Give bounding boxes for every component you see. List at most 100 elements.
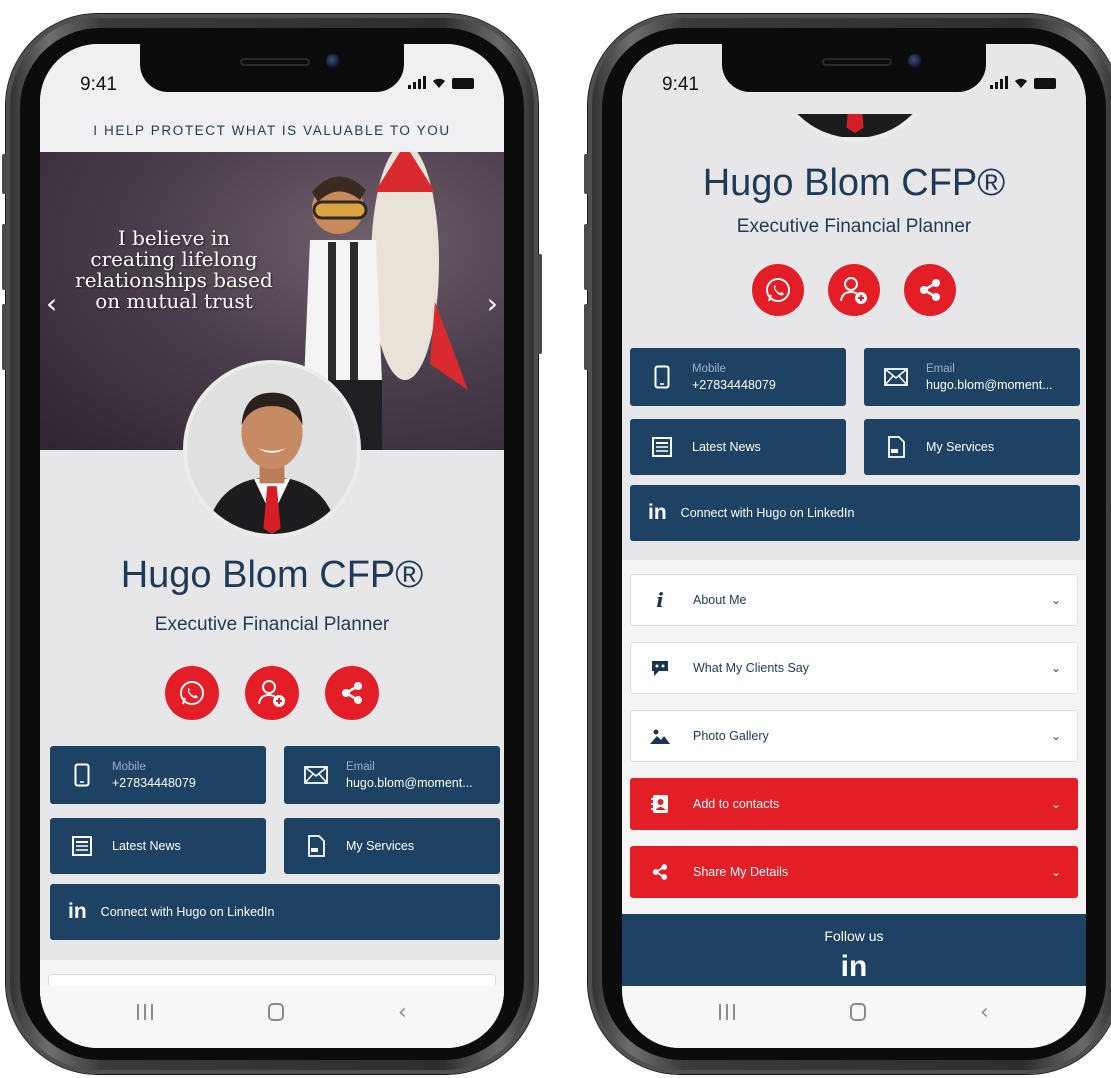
accordion-label: About Me — [693, 593, 747, 607]
linkedin-tile[interactable]: in Connect with Hugo on LinkedIn — [630, 485, 1080, 541]
email-value: hugo.blom@moment... — [926, 378, 1053, 392]
latest-news-label: Latest News — [692, 440, 761, 454]
side-button — [2, 154, 7, 194]
linkedin-icon: in — [68, 900, 87, 923]
wifi-icon — [1015, 78, 1027, 88]
android-nav-bar: ‹ — [622, 986, 1086, 1048]
back-icon[interactable]: ‹ — [398, 1000, 407, 1025]
mail-icon — [304, 766, 328, 784]
mobile-tile[interactable]: Mobile +27834448079 — [50, 746, 266, 804]
my-services-label: My Services — [346, 839, 415, 853]
whatsapp-icon — [766, 278, 790, 302]
whatsapp-icon — [180, 681, 204, 705]
chevron-down-icon: ⌄ — [1050, 865, 1061, 879]
accordion-share-details[interactable]: Share My Details ⌄ — [630, 846, 1078, 898]
follow-us-label: Follow us — [824, 928, 884, 944]
side-button — [2, 304, 7, 370]
phone-frame-right: 9:41 Hugo Blom CFP® Executive Financial … — [584, 14, 1111, 1074]
carousel-prev-icon[interactable]: ‹ — [46, 287, 57, 320]
news-icon — [652, 437, 672, 457]
signal-icon — [408, 76, 426, 89]
linkedin-label: Connect with Hugo on LinkedIn — [680, 506, 855, 520]
add-contact-icon — [258, 680, 285, 707]
mobile-label: Mobile — [112, 761, 146, 773]
recent-apps-icon[interactable] — [137, 1004, 154, 1020]
side-button — [584, 224, 589, 290]
add-contact-button[interactable] — [245, 666, 299, 720]
my-services-tile[interactable]: My Services — [284, 818, 500, 874]
email-tile[interactable]: Email hugo.blom@moment... — [284, 746, 500, 804]
phone-screen: 9:41 I HELP PROTECT WHAT IS VALUABLE TO … — [40, 44, 504, 1048]
latest-news-label: Latest News — [112, 839, 181, 853]
my-services-tile[interactable]: My Services — [864, 419, 1080, 475]
battery-icon — [1034, 78, 1056, 89]
share-icon — [342, 682, 362, 704]
mail-icon — [884, 368, 908, 386]
accordion-client-testimonials[interactable]: What My Clients Say ⌄ — [630, 642, 1078, 694]
accordion-about-me[interactable]: i About Me ⌄ — [630, 574, 1078, 626]
mobile-label: Mobile — [692, 363, 726, 375]
add-contact-button[interactable] — [828, 264, 880, 316]
back-icon[interactable]: ‹ — [980, 1000, 989, 1025]
mobile-tile[interactable]: Mobile +27834448079 — [630, 348, 846, 406]
mobile-phone-icon — [74, 763, 90, 787]
share-button[interactable] — [325, 666, 379, 720]
email-value: hugo.blom@moment... — [346, 776, 473, 790]
share-icon — [920, 279, 940, 301]
document-icon — [308, 835, 325, 857]
my-services-label: My Services — [926, 440, 995, 454]
signal-icon — [990, 76, 1008, 89]
document-icon — [888, 436, 905, 458]
home-icon[interactable] — [267, 1003, 284, 1021]
share-button[interactable] — [904, 264, 956, 316]
side-button — [2, 224, 7, 290]
mobile-value: +27834448079 — [692, 378, 776, 392]
carousel-next-icon[interactable]: › — [487, 287, 498, 320]
recent-apps-icon[interactable] — [719, 1004, 736, 1020]
accordion-add-to-contacts[interactable]: Add to contacts ⌄ — [630, 778, 1078, 830]
add-contact-icon — [840, 277, 867, 304]
status-time: 9:41 — [80, 74, 117, 95]
side-button — [537, 254, 542, 354]
tagline: I HELP PROTECT WHAT IS VALUABLE TO YOU — [40, 114, 504, 152]
phone-screen: 9:41 Hugo Blom CFP® Executive Financial … — [622, 44, 1086, 1048]
accordion-label: Add to contacts — [693, 797, 780, 811]
profile-name: Hugo Blom CFP® — [120, 554, 424, 596]
home-icon[interactable] — [849, 1003, 866, 1021]
accordion-label: Share My Details — [693, 865, 789, 879]
chevron-down-icon: ⌄ — [1050, 797, 1061, 811]
status-icons — [990, 76, 1056, 89]
accordion-label: Photo Gallery — [693, 729, 769, 743]
wifi-icon — [433, 78, 445, 88]
speech-bubble-icon — [652, 661, 668, 676]
whatsapp-button[interactable] — [752, 264, 804, 316]
email-label: Email — [346, 761, 375, 773]
action-buttons — [622, 264, 1086, 316]
chevron-down-icon: ⌄ — [1050, 593, 1061, 607]
whatsapp-button[interactable] — [165, 666, 219, 720]
email-label: Email — [926, 363, 955, 375]
battery-icon — [452, 78, 474, 89]
avatar — [183, 360, 361, 538]
contact-card-icon — [651, 795, 668, 813]
notch — [722, 44, 986, 92]
linkedin-icon: in — [648, 501, 667, 524]
linkedin-footer-icon[interactable]: in — [622, 950, 1086, 984]
action-buttons — [40, 666, 504, 720]
profile-name: Hugo Blom CFP® — [702, 162, 1006, 204]
info-icon: i — [656, 588, 664, 612]
latest-news-tile[interactable]: Latest News — [630, 419, 846, 475]
mobile-value: +27834448079 — [112, 776, 196, 790]
android-nav-bar: ‹ — [40, 986, 504, 1048]
accordion-label: What My Clients Say — [693, 661, 810, 675]
profile-title: Executive Financial Planner — [736, 216, 972, 237]
news-icon — [72, 836, 92, 856]
chevron-down-icon: ⌄ — [1050, 729, 1061, 743]
accordion-photo-gallery[interactable]: Photo Gallery ⌄ — [630, 710, 1078, 762]
side-button — [584, 304, 589, 370]
linkedin-tile[interactable]: in Connect with Hugo on LinkedIn — [50, 884, 500, 940]
email-tile[interactable]: Email hugo.blom@moment... — [864, 348, 1080, 406]
status-time: 9:41 — [662, 74, 699, 95]
latest-news-tile[interactable]: Latest News — [50, 818, 266, 874]
profile-title: Executive Financial Planner — [154, 614, 390, 635]
